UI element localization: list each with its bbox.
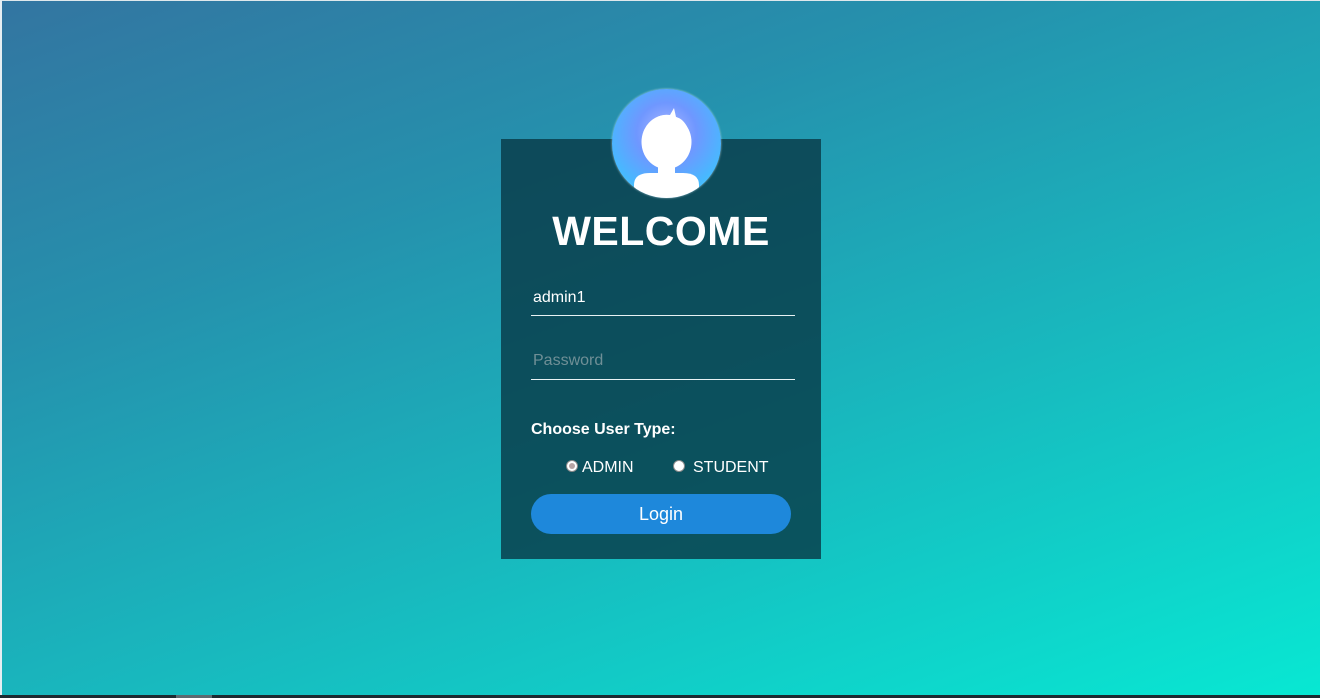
password-input[interactable] <box>531 343 795 380</box>
login-button[interactable]: Login <box>531 494 791 534</box>
user-avatar-icon <box>612 89 721 198</box>
username-input[interactable] <box>531 280 795 316</box>
student-radio-label[interactable]: STUDENT <box>693 458 769 478</box>
window-left-border <box>0 0 2 698</box>
student-radio[interactable] <box>673 460 685 472</box>
admin-radio[interactable] <box>566 460 578 472</box>
page-title: WELCOME <box>552 208 770 254</box>
user-type-label: Choose User Type: <box>531 421 676 438</box>
window-top-border <box>0 0 1320 1</box>
admin-radio-label[interactable]: ADMIN <box>582 458 634 478</box>
